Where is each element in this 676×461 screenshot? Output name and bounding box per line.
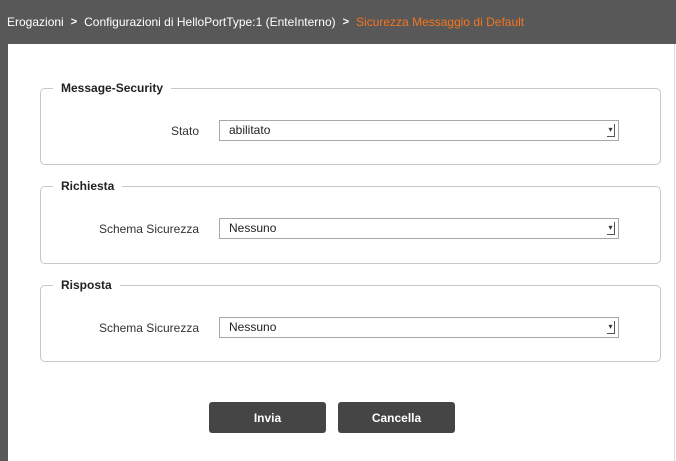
stato-select-value: abilitato xyxy=(229,123,271,137)
risposta-schema-row: Schema Sicurezza Nessuno ▾ xyxy=(41,317,660,339)
richiesta-schema-row: Schema Sicurezza Nessuno ▾ xyxy=(41,218,660,240)
risposta-schema-label: Schema Sicurezza xyxy=(98,321,199,335)
left-sidebar-edge xyxy=(0,44,8,461)
dropdown-arrow-icon: ▾ xyxy=(607,222,615,235)
invia-button[interactable]: Invia xyxy=(209,402,326,433)
richiesta-legend: Richiesta xyxy=(61,179,115,193)
stato-select[interactable]: abilitato ▾ xyxy=(219,120,619,141)
breadcrumb-item-configurazioni[interactable]: Configurazioni di HelloPortType:1 (EnteI… xyxy=(84,15,335,29)
risposta-schema-select[interactable]: Nessuno ▾ xyxy=(219,317,619,338)
risposta-section: Risposta Schema Sicurezza Nessuno ▾ xyxy=(40,278,661,362)
stato-label: Stato xyxy=(170,124,199,138)
right-border xyxy=(674,44,675,461)
breadcrumb-separator: > xyxy=(70,16,78,28)
richiesta-schema-select[interactable]: Nessuno ▾ xyxy=(219,218,619,239)
richiesta-schema-value: Nessuno xyxy=(229,221,277,235)
dropdown-arrow-icon: ▾ xyxy=(607,321,615,334)
risposta-legend: Risposta xyxy=(61,278,112,292)
message-security-section: Message-Security Stato abilitato ▾ xyxy=(40,81,661,165)
richiesta-schema-label: Schema Sicurezza xyxy=(98,222,199,236)
richiesta-section: Richiesta Schema Sicurezza Nessuno ▾ xyxy=(40,179,661,264)
message-security-legend: Message-Security xyxy=(61,81,164,95)
cancella-button[interactable]: Cancella xyxy=(338,402,455,433)
dropdown-arrow-icon: ▾ xyxy=(607,124,615,137)
breadcrumb-item-erogazioni[interactable]: Erogazioni xyxy=(7,15,64,29)
stato-row: Stato abilitato ▾ xyxy=(41,120,660,142)
risposta-schema-value: Nessuno xyxy=(229,320,277,334)
breadcrumb: Erogazioni > Configurazioni di HelloPort… xyxy=(0,0,676,44)
breadcrumb-separator: > xyxy=(342,16,350,28)
breadcrumb-current: Sicurezza Messaggio di Default xyxy=(356,15,525,29)
